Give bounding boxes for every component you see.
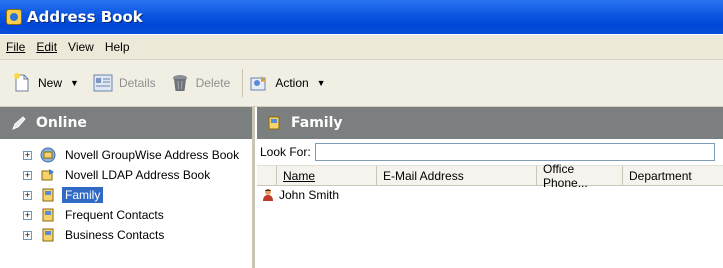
look-for-input[interactable]: [314, 143, 715, 161]
left-pane: Online + Novell GroupWise Address Book +…: [0, 107, 255, 268]
action-icon: [249, 73, 269, 93]
menu-bar: File Edit View Help: [0, 35, 723, 60]
tree-item-label: Business Contacts: [65, 228, 165, 242]
action-button-label: Action: [275, 76, 309, 90]
folder-book-icon: [265, 114, 283, 132]
column-header-email[interactable]: E-Mail Address: [377, 166, 537, 185]
right-pane: Family Look For: Name E-Mail Address Off…: [257, 107, 723, 268]
trash-icon: [170, 73, 190, 93]
window-title: Address Book: [27, 8, 143, 26]
details-button[interactable]: Details: [93, 68, 156, 98]
family-header: Family: [257, 107, 723, 139]
menu-help-label: Help: [104, 40, 130, 54]
expand-icon[interactable]: +: [23, 170, 32, 180]
menu-view-label: View: [68, 40, 94, 54]
expand-icon[interactable]: +: [23, 210, 32, 220]
look-for-label: Look For:: [260, 145, 311, 159]
column-header-email-label: E-Mail Address: [383, 168, 464, 183]
look-for-bar: Look For:: [257, 139, 723, 166]
tree-item-label: Novell LDAP Address Book: [65, 168, 211, 182]
column-header-name-label: Name: [283, 168, 316, 183]
table-row[interactable]: John Smith: [257, 186, 723, 204]
folder-book-icon: [40, 187, 56, 203]
toolbar: New ▼ Details Delete Action ▼: [0, 60, 723, 107]
menu-file[interactable]: File: [0, 40, 30, 54]
column-header-name[interactable]: Name: [277, 166, 377, 185]
family-header-label: Family: [291, 115, 343, 131]
new-button-label: New: [38, 76, 63, 90]
column-header-office-phone[interactable]: Office Phone...: [537, 162, 623, 190]
menu-edit[interactable]: Edit: [30, 40, 62, 54]
expand-icon[interactable]: +: [23, 150, 32, 160]
contact-name: John Smith: [279, 188, 340, 202]
groupwise-book-icon: [40, 147, 56, 163]
delete-button-label: Delete: [195, 76, 231, 90]
delete-button[interactable]: Delete: [170, 68, 231, 98]
tree-item-groupwise[interactable]: + Novell GroupWise Address Book: [0, 145, 252, 165]
tree-item-family[interactable]: + Family: [0, 185, 252, 205]
menu-file-label: File: [6, 40, 26, 54]
column-header-phone-label: Office Phone...: [543, 161, 588, 190]
expand-icon[interactable]: +: [23, 190, 32, 200]
ldap-book-icon: [40, 167, 56, 183]
contact-person-icon: [261, 188, 275, 202]
online-header-label: Online: [36, 115, 87, 131]
folder-book-icon: [40, 227, 56, 243]
tree-item-label: Family: [62, 187, 104, 203]
action-button[interactable]: Action ▼: [249, 68, 326, 98]
action-dropdown-arrow-icon[interactable]: ▼: [317, 78, 326, 88]
details-button-label: Details: [118, 76, 156, 90]
expand-icon[interactable]: +: [23, 230, 32, 240]
menu-edit-label: Edit: [36, 40, 58, 54]
address-book-tree: + Novell GroupWise Address Book + Novell…: [0, 139, 252, 245]
column-header-department-label: Department: [629, 168, 692, 183]
tree-item-label: Novell GroupWise Address Book: [65, 148, 240, 162]
details-icon: [93, 73, 113, 93]
address-book-icon: [6, 9, 22, 25]
tree-item-label: Frequent Contacts: [65, 208, 164, 222]
look-for-label-text: Look For:: [260, 145, 311, 159]
menu-view[interactable]: View: [62, 40, 99, 54]
toolbar-separator: [242, 69, 244, 97]
title-bar: Address Book: [0, 0, 723, 34]
tree-item-ldap[interactable]: + Novell LDAP Address Book: [0, 165, 252, 185]
folder-book-icon: [40, 207, 56, 223]
column-header-department[interactable]: Department: [623, 166, 723, 185]
tree-item-business-contacts[interactable]: + Business Contacts: [0, 225, 252, 245]
online-header: Online: [0, 107, 252, 139]
menu-help[interactable]: Help: [99, 40, 135, 54]
new-document-icon: [12, 73, 32, 93]
column-headers: Name E-Mail Address Office Phone... Depa…: [257, 162, 723, 190]
pen-icon: [10, 114, 28, 132]
new-button[interactable]: New ▼: [12, 68, 79, 98]
tree-item-frequent-contacts[interactable]: + Frequent Contacts: [0, 205, 252, 225]
new-dropdown-arrow-icon[interactable]: ▼: [70, 78, 79, 88]
column-header-icon[interactable]: [257, 166, 277, 185]
